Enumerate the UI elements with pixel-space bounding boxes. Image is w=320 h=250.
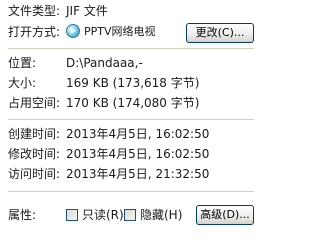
readonly-checkbox[interactable] [66, 209, 78, 221]
file-type-row: 文件类型: JIF 文件 [0, 2, 261, 20]
accessed-label: 访问时间: [8, 167, 61, 181]
readonly-label[interactable]: 只读(R) [82, 206, 124, 224]
attributes-label: 属性: [8, 208, 37, 222]
file-type-value: JIF 文件 [66, 4, 108, 18]
modified-label: 修改时间: [8, 147, 61, 161]
location-value: D:\Pandaaa,- [66, 56, 143, 70]
modified-value: 2013年4月5日, 16:02:50 [66, 147, 210, 161]
size-value: 169 KB (173,618 字节) [66, 76, 200, 90]
accessed-value: 2013年4月5日, 21:32:50 [66, 167, 210, 181]
location-label: 位置: [8, 56, 37, 70]
separator [8, 191, 254, 192]
location-row: 位置: D:\Pandaaa,- [0, 54, 261, 72]
created-label: 创建时间: [8, 127, 61, 141]
separator [8, 119, 254, 120]
size-on-disk-label: 占用空间: [8, 96, 61, 110]
size-label: 大小: [8, 76, 37, 90]
file-type-label: 文件类型: [8, 4, 61, 18]
separator [8, 48, 254, 49]
open-with-app-name: PPTV网络电视 [84, 25, 156, 38]
hidden-checkbox[interactable] [124, 209, 136, 221]
size-row: 大小: 169 KB (173,618 字节) [0, 74, 261, 92]
created-row: 创建时间: 2013年4月5日, 16:02:50 [0, 125, 261, 143]
size-on-disk-value: 170 KB (174,080 字节) [66, 96, 200, 110]
modified-row: 修改时间: 2013年4月5日, 16:02:50 [0, 145, 261, 163]
open-with-label: 打开方式: [8, 25, 61, 39]
size-on-disk-row: 占用空间: 170 KB (174,080 字节) [0, 94, 261, 112]
created-value: 2013年4月5日, 16:02:50 [66, 127, 210, 141]
pptv-icon [66, 24, 80, 38]
hidden-label[interactable]: 隐藏(H) [140, 206, 182, 224]
accessed-row: 访问时间: 2013年4月5日, 21:32:50 [0, 165, 261, 183]
change-button[interactable]: 更改(C)... [186, 23, 254, 43]
advanced-button[interactable]: 高级(D)... [196, 205, 254, 225]
